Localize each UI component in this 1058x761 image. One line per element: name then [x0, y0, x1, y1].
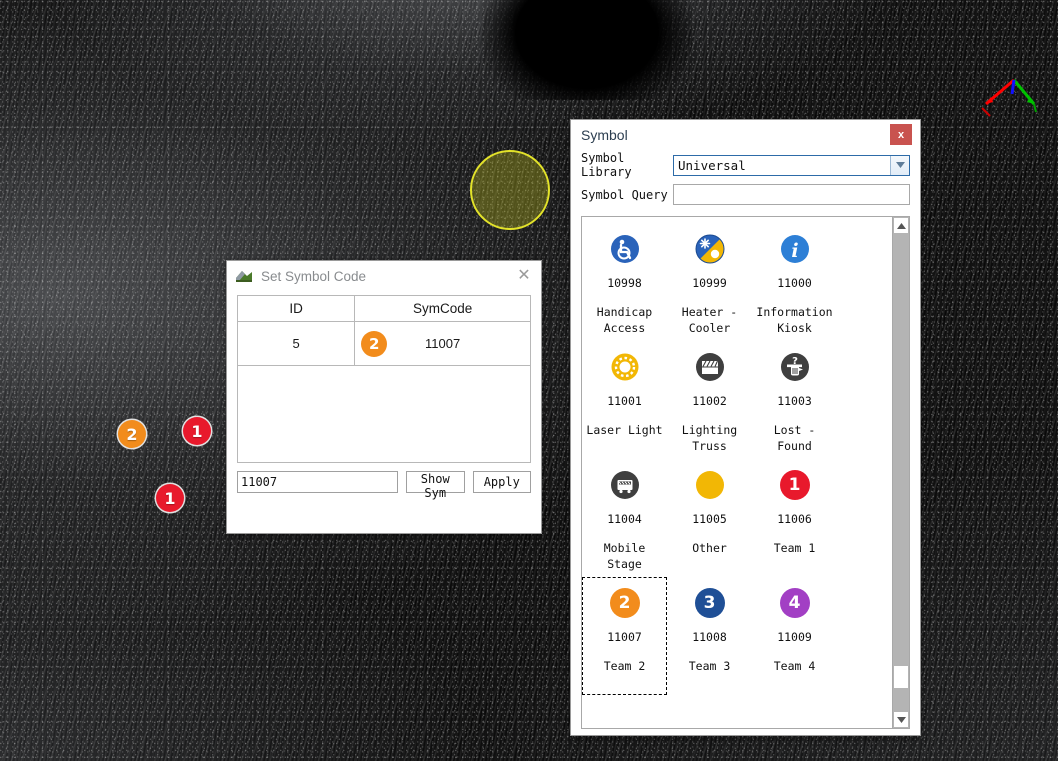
map-marker-11007[interactable]: 2: [118, 420, 146, 448]
table-header-row: ID SymCode: [236, 295, 531, 322]
symbol-code: 10999: [692, 276, 727, 290]
selection-circle-overlay[interactable]: [470, 150, 550, 230]
team-4-icon: 4: [755, 584, 834, 622]
symbol-grid-scrollbar[interactable]: [892, 217, 909, 728]
symbol-name: Handicap Access: [596, 305, 653, 335]
symbol-query-input[interactable]: [673, 184, 910, 205]
symbol-grid-container: 10998 Handicap Access 10999 Heater - Cooler…: [581, 216, 910, 729]
symbol-library-combobox[interactable]: [673, 154, 910, 176]
close-icon[interactable]: ✕: [511, 264, 537, 288]
symbol-filter-fields: Symbol Library Symbol Query: [571, 149, 920, 216]
symbol-cell-10998[interactable]: 10998 Handicap Access: [582, 223, 667, 341]
symbol-cell-11009[interactable]: 4 11009 Team 4: [752, 577, 837, 695]
symbol-name: Lighting Truss: [681, 423, 738, 453]
team-3-icon: 3: [670, 584, 749, 622]
symbol-grid-row: 11001 Laser Light 11002 Lighting Truss? 1100…: [582, 341, 892, 459]
symbol-cell-11001[interactable]: 11001 Laser Light: [582, 341, 667, 459]
symbol-cell-11008[interactable]: 3 11008 Team 3: [667, 577, 752, 695]
team-2-icon: 2: [585, 584, 664, 622]
set-symbol-code-dialog[interactable]: Set Symbol Code ✕ ID SymCode 5 2 11007 1…: [226, 260, 542, 534]
symbol-code: 11004: [607, 512, 642, 526]
symbol-code: 11006: [777, 512, 812, 526]
apply-button[interactable]: Apply: [472, 471, 531, 493]
symbol-name: Information Kiosk: [756, 305, 833, 335]
symbol-cell-10999[interactable]: 10999 Heater - Cooler: [667, 223, 752, 341]
team-2-icon: 2: [361, 330, 388, 357]
symbol-cell-11004[interactable]: 11004 Mobile Stage: [582, 459, 667, 577]
cell-symcode-value: 11007: [425, 336, 461, 351]
symbol-grid-row: 2 11007 Team 2 3 11008 Team 3 4 11009 Team 4: [582, 577, 892, 695]
team-1-icon: 1: [755, 466, 834, 504]
symbol-cell-11000[interactable]: i 11000 Information Kiosk: [752, 223, 837, 341]
table-empty-area: [237, 366, 531, 463]
symbol-cell-11005[interactable]: 11005 Other: [667, 459, 752, 577]
symbol-name: Team 4: [773, 659, 816, 673]
scrollbar-thumb[interactable]: [893, 665, 909, 689]
symbol-cell-11003[interactable]: ? 11003 Lost - Found: [752, 341, 837, 459]
mobile-stage-icon: [585, 466, 664, 504]
symbol-grid-row: 11004 Mobile Stage 11005 Other 1 11006 Team 1: [582, 459, 892, 577]
symbol-name: Mobile Stage: [603, 541, 646, 571]
symbol-query-row: Symbol Query: [581, 184, 910, 205]
symbol-grid[interactable]: 10998 Handicap Access 10999 Heater - Cooler…: [582, 217, 892, 728]
cell-symcode[interactable]: 2 11007: [354, 321, 531, 366]
symbol-cell-11002[interactable]: 11002 Lighting Truss: [667, 341, 752, 459]
symbol-name: Heater - Cooler: [681, 305, 738, 335]
symbol-window[interactable]: Symbol x Symbol Library Symbol Query 109…: [570, 119, 921, 736]
symbol-name: Lost - Found: [773, 423, 816, 453]
table-row[interactable]: 5 2 11007: [236, 321, 531, 366]
map-marker-11006[interactable]: 1: [183, 417, 211, 445]
lighting-truss-icon: [670, 348, 749, 386]
symbol-window-titlebar[interactable]: Symbol x: [571, 120, 920, 149]
symbol-code: 11007: [607, 630, 642, 644]
symbol-query-label: Symbol Query: [581, 187, 668, 202]
symbol-library-label: Symbol Library: [581, 151, 632, 179]
point-cloud-void: [482, 0, 692, 100]
symbol-name: Team 3: [688, 659, 731, 673]
symbol-library-row: Symbol Library: [581, 151, 910, 179]
information-kiosk-icon: i: [755, 230, 834, 268]
chevron-down-icon[interactable]: [893, 711, 909, 728]
handicap-access-icon: [585, 230, 664, 268]
symbol-code: 10998: [607, 276, 642, 290]
lost-found-icon: ?: [755, 348, 834, 386]
symcode-input[interactable]: [237, 471, 398, 493]
symbol-code: 11000: [777, 276, 812, 290]
symbol-name: Team 1: [773, 541, 816, 555]
symbol-library-input[interactable]: [674, 155, 890, 175]
symbol-name: Team 2: [603, 659, 646, 673]
symbol-cell-11007[interactable]: 2 11007 Team 2: [582, 577, 667, 695]
dialog-title: Set Symbol Code: [261, 268, 367, 284]
symbol-name: Other: [692, 541, 727, 555]
symbol-code: 11008: [692, 630, 727, 644]
chevron-down-icon[interactable]: [890, 155, 909, 175]
symbol-code: 11003: [777, 394, 812, 408]
other-icon: [670, 466, 749, 504]
dialog-footer: Show Sym Apply: [227, 463, 541, 503]
show-sym-button[interactable]: Show Sym: [406, 471, 465, 500]
dialog-body: ID SymCode 5 2 11007: [227, 291, 541, 463]
cell-id: 5: [236, 321, 356, 366]
symbol-code: 11009: [777, 630, 812, 644]
symbol-code: 11005: [692, 512, 727, 526]
heater-cooler-icon: [670, 230, 749, 268]
symbol-window-title: Symbol: [581, 126, 628, 143]
close-icon[interactable]: x: [890, 124, 912, 145]
column-header-symcode: SymCode: [354, 295, 531, 322]
svg-text:i: i: [791, 240, 798, 262]
column-header-id: ID: [236, 295, 356, 322]
symbol-code: 11001: [607, 394, 642, 408]
map-marker-11006[interactable]: 1: [156, 484, 184, 512]
symbol-code: 11002: [692, 394, 727, 408]
dialog-titlebar[interactable]: Set Symbol Code ✕: [227, 261, 541, 291]
laser-light-icon: [585, 348, 664, 386]
symbol-grid-row: 10998 Handicap Access 10999 Heater - Cooler…: [582, 223, 892, 341]
map-layer-icon: [235, 268, 253, 284]
symcode-table[interactable]: ID SymCode 5 2 11007: [236, 295, 531, 366]
symbol-name: Laser Light: [586, 423, 663, 437]
symbol-cell-11006[interactable]: 1 11006 Team 1: [752, 459, 837, 577]
axis-gizmo-icon: [978, 72, 1040, 127]
chevron-up-icon[interactable]: [893, 217, 909, 234]
